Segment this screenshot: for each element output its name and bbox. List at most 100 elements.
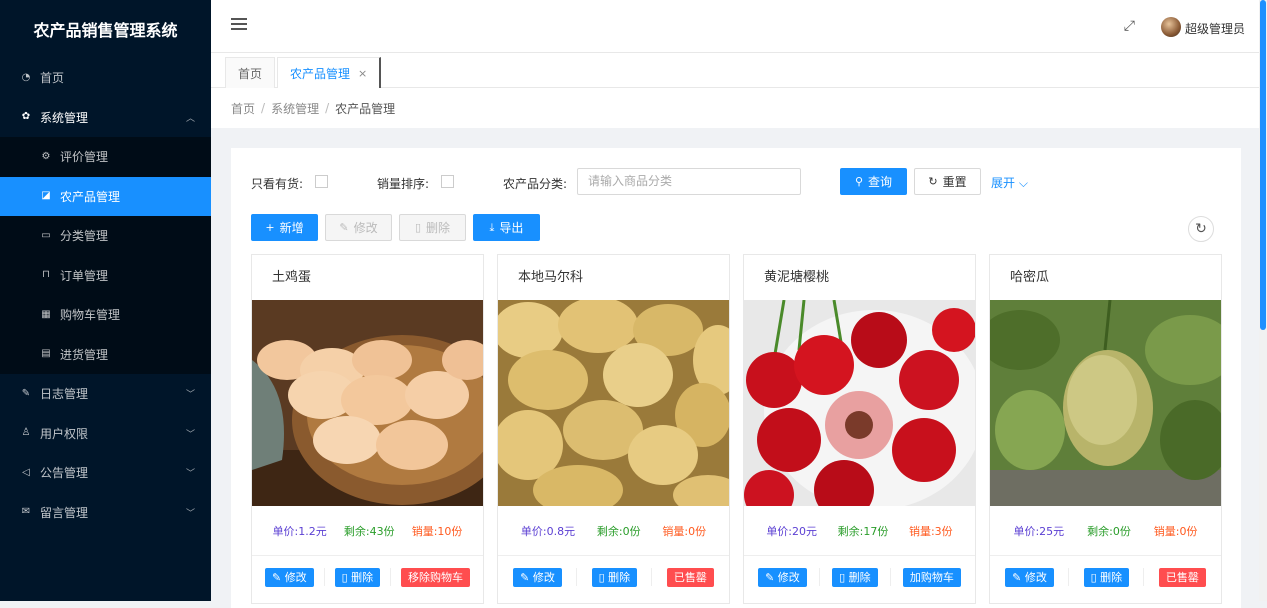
product-card: 土鸡蛋 单价:1.2元 剩余:43份 销量:10份 ✎ 修改 ▯ 删除 移除购物… [251,254,484,604]
gear-icon: ✿ [21,111,31,123]
mail-icon: ✉ [21,506,31,518]
sidebar-item-reviews[interactable]: ⚙ 评价管理 [0,137,211,177]
add-label: 新增 [279,221,304,235]
tab-bar: 首页 农产品管理 × [211,53,1259,88]
sidebar-item-system[interactable]: ✿ 系统管理 ︿ [0,98,211,138]
product-image-cherries[interactable] [744,300,975,506]
breadcrumb: 首页 / 系统管理 / 农产品管理 [211,88,1259,128]
product-sales: 销量:10份 [411,524,463,538]
edit-icon: ✎ [271,570,285,584]
sidebar-item-products[interactable]: ◪ 农产品管理 [0,176,211,216]
product-remaining: 剩余:0份 [596,524,641,538]
edit-icon: ✎ [765,570,778,584]
card-delete-label: 删除 [351,571,374,584]
file-icon: ▤ [41,348,51,360]
card-delete-button[interactable]: ▯ 删除 [832,567,878,587]
sidebar: 农产品销售管理系统 ◔ 首页 ✿ 系统管理 ︿ ⚙ 评价管理 ◪ 农产品管理 ▭… [0,0,211,601]
sidebar-item-label: 留言管理 [40,505,89,520]
scrollbar-thumb[interactable] [1260,0,1266,330]
expand-link[interactable]: 展开 ⌵ [991,174,1028,191]
category-input[interactable]: 请输入商品分类 [577,168,801,195]
card-edit-label: 修改 [284,571,307,584]
sidebar-item-label: 评价管理 [60,150,109,165]
query-button[interactable]: ⚲ 查询 [840,168,907,195]
sidebar-item-messages[interactable]: ✉ 留言管理 ﹀ [0,493,211,533]
edit-label: 修改 [353,221,378,235]
card-edit-button[interactable]: ✎ 修改 [1005,567,1054,587]
in-stock-label: 只看有货: [251,177,304,191]
plus-icon: + [265,221,275,234]
reload-icon: ↻ [928,175,938,188]
add-to-cart-button[interactable]: 加购物车 [902,567,961,587]
product-name: 本地马尔科 [518,270,584,285]
menu-fold-icon[interactable] [231,18,247,32]
delete-label: 删除 [426,221,451,235]
breadcrumb-system[interactable]: 系统管理 [271,100,319,117]
sidebar-item-label: 系统管理 [40,110,89,125]
tab-products[interactable]: 农产品管理 × [277,57,382,88]
sidebar-item-label: 订单管理 [60,268,109,283]
username[interactable]: 超级管理员 [1185,20,1245,37]
card-edit-button[interactable]: ✎ 修改 [758,567,807,587]
fullscreen-icon[interactable]: ⤢ [1124,18,1135,34]
scrollbar[interactable] [1259,0,1267,601]
settings-icon: ⚙ [41,150,51,162]
card-delete-button[interactable]: ▯ 删除 [1083,567,1130,587]
card-actions: ✎ 修改 ▯ 删除 已售罄 [498,556,729,598]
product-sales: 销量:3份 [908,524,953,538]
remove-from-cart-button[interactable]: 移除购物车 [401,567,470,587]
sales-sort-checkbox[interactable] [441,175,454,188]
edit-button[interactable]: ✎ 修改 [325,214,392,241]
category-label: 农产品分类: [503,177,568,191]
product-remaining: 剩余:0份 [1087,524,1131,538]
in-stock-checkbox[interactable] [315,175,328,188]
sidebar-item-purchase[interactable]: ▤ 进货管理 [0,335,211,375]
refresh-icon[interactable]: ↻ [1188,216,1214,242]
product-sales: 销量:0份 [1153,524,1198,538]
chevron-down-icon: ⌵ [1018,176,1028,190]
table-icon: ▦ [41,308,51,320]
card-delete-button[interactable]: ▯ 删除 [591,567,638,587]
card-edit-button[interactable]: ✎ 修改 [264,567,314,587]
add-button[interactable]: + 新增 [251,214,318,241]
delete-button[interactable]: ▯ 删除 [399,214,466,241]
search-icon: ⚲ [854,175,864,188]
sold-out-button[interactable]: 已售罄 [1158,567,1206,587]
product-price: 单价:20元 [766,524,818,538]
top-header: ⤢ 超级管理员 [211,0,1267,53]
sold-out-button[interactable]: 已售罄 [666,567,714,587]
sidebar-item-home[interactable]: ◔ 首页 [0,58,211,98]
sidebar-item-notices[interactable]: ◁ 公告管理 ﹀ [0,453,211,493]
tab-label: 首页 [238,66,263,81]
breadcrumb-separator: / [325,101,330,115]
chevron-down-icon: ﹀ [185,469,195,480]
export-button[interactable]: ⤓ 导出 [473,214,540,241]
product-stats: 单价:0.8元 剩余:0份 销量:0份 [498,506,729,556]
card-edit-button[interactable]: ✎ 修改 [513,567,562,587]
card-delete-button[interactable]: ▯ 删除 [334,567,381,587]
product-image-potatoes[interactable] [498,300,729,506]
avatar[interactable] [1161,17,1181,37]
sidebar-item-permissions[interactable]: ♙ 用户权限 ﹀ [0,414,211,454]
app-title: 农产品销售管理系统 [33,21,178,40]
tab-home[interactable]: 首页 [225,57,276,88]
reset-button[interactable]: ↻ 重置 [914,168,981,195]
product-remaining: 剩余:17份 [837,524,889,538]
breadcrumb-separator: / [261,101,266,115]
export-label: 导出 [499,221,524,235]
sidebar-item-orders[interactable]: ⊓ 订单管理 [0,256,211,296]
sidebar-item-categories[interactable]: ▭ 分类管理 [0,216,211,256]
chevron-down-icon: ﹀ [185,390,195,401]
dashboard-icon: ◔ [21,71,31,83]
query-label: 查询 [868,175,893,189]
breadcrumb-home[interactable]: 首页 [231,100,255,117]
sidebar-item-logs[interactable]: ✎ 日志管理 ﹀ [0,374,211,414]
sidebar-item-label: 进货管理 [60,347,109,362]
breadcrumb-current: 农产品管理 [335,101,396,116]
product-image-melon[interactable] [990,300,1221,506]
card-actions: ✎ 修改 ▯ 删除 加购物车 [744,556,975,598]
close-icon[interactable]: × [358,67,367,80]
product-image-eggs[interactable] [252,300,483,506]
sidebar-item-label: 首页 [40,71,65,86]
sidebar-item-cart[interactable]: ▦ 购物车管理 [0,295,211,335]
